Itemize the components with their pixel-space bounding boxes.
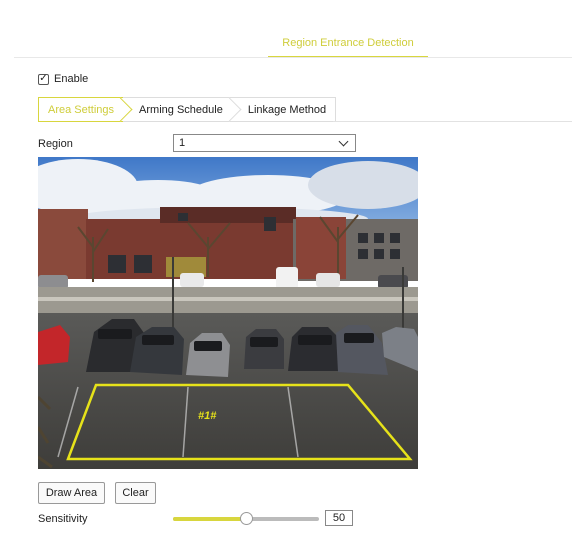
enable-label: Enable	[54, 73, 89, 85]
curb	[38, 297, 418, 301]
draw-area-button[interactable]: Draw Area	[38, 482, 105, 504]
sensitivity-slider-fill	[173, 517, 246, 521]
clear-button[interactable]: Clear	[115, 482, 156, 504]
check-icon: ✓	[39, 73, 48, 84]
camera-scene: #1#	[38, 157, 418, 469]
sensitivity-value-input[interactable]: 50	[325, 510, 353, 526]
tab-linkage-method-label: Linkage Method	[247, 103, 327, 116]
sensitivity-label: Sensitivity	[38, 513, 88, 525]
tab-area-settings-label: Area Settings	[48, 103, 115, 116]
detection-region-tag: #1#	[198, 410, 217, 422]
region-label: Region	[38, 138, 73, 150]
sensitivity-slider[interactable]	[173, 512, 319, 525]
region-selected-value: 1	[179, 137, 186, 149]
tab-region-entrance-detection[interactable]: Region Entrance Detection	[268, 34, 428, 58]
camera-preview[interactable]: #1#	[38, 157, 418, 469]
subtab-bar: Area Settings Arming Schedule Linkage Me…	[38, 97, 337, 122]
enable-row[interactable]: ✓ Enable	[38, 73, 88, 85]
tab-linkage-method[interactable]: Linkage Method	[231, 97, 337, 122]
header-divider	[14, 57, 572, 58]
chevron-down-icon	[338, 136, 349, 146]
tab-area-settings[interactable]: Area Settings	[38, 97, 133, 122]
region-select[interactable]: 1	[173, 134, 356, 152]
tab-arming-schedule-label: Arming Schedule	[139, 103, 223, 116]
tab-arming-schedule[interactable]: Arming Schedule	[123, 97, 242, 122]
subtab-divider	[333, 121, 572, 122]
sensitivity-slider-thumb[interactable]	[240, 512, 253, 525]
enable-checkbox[interactable]: ✓	[38, 73, 49, 85]
